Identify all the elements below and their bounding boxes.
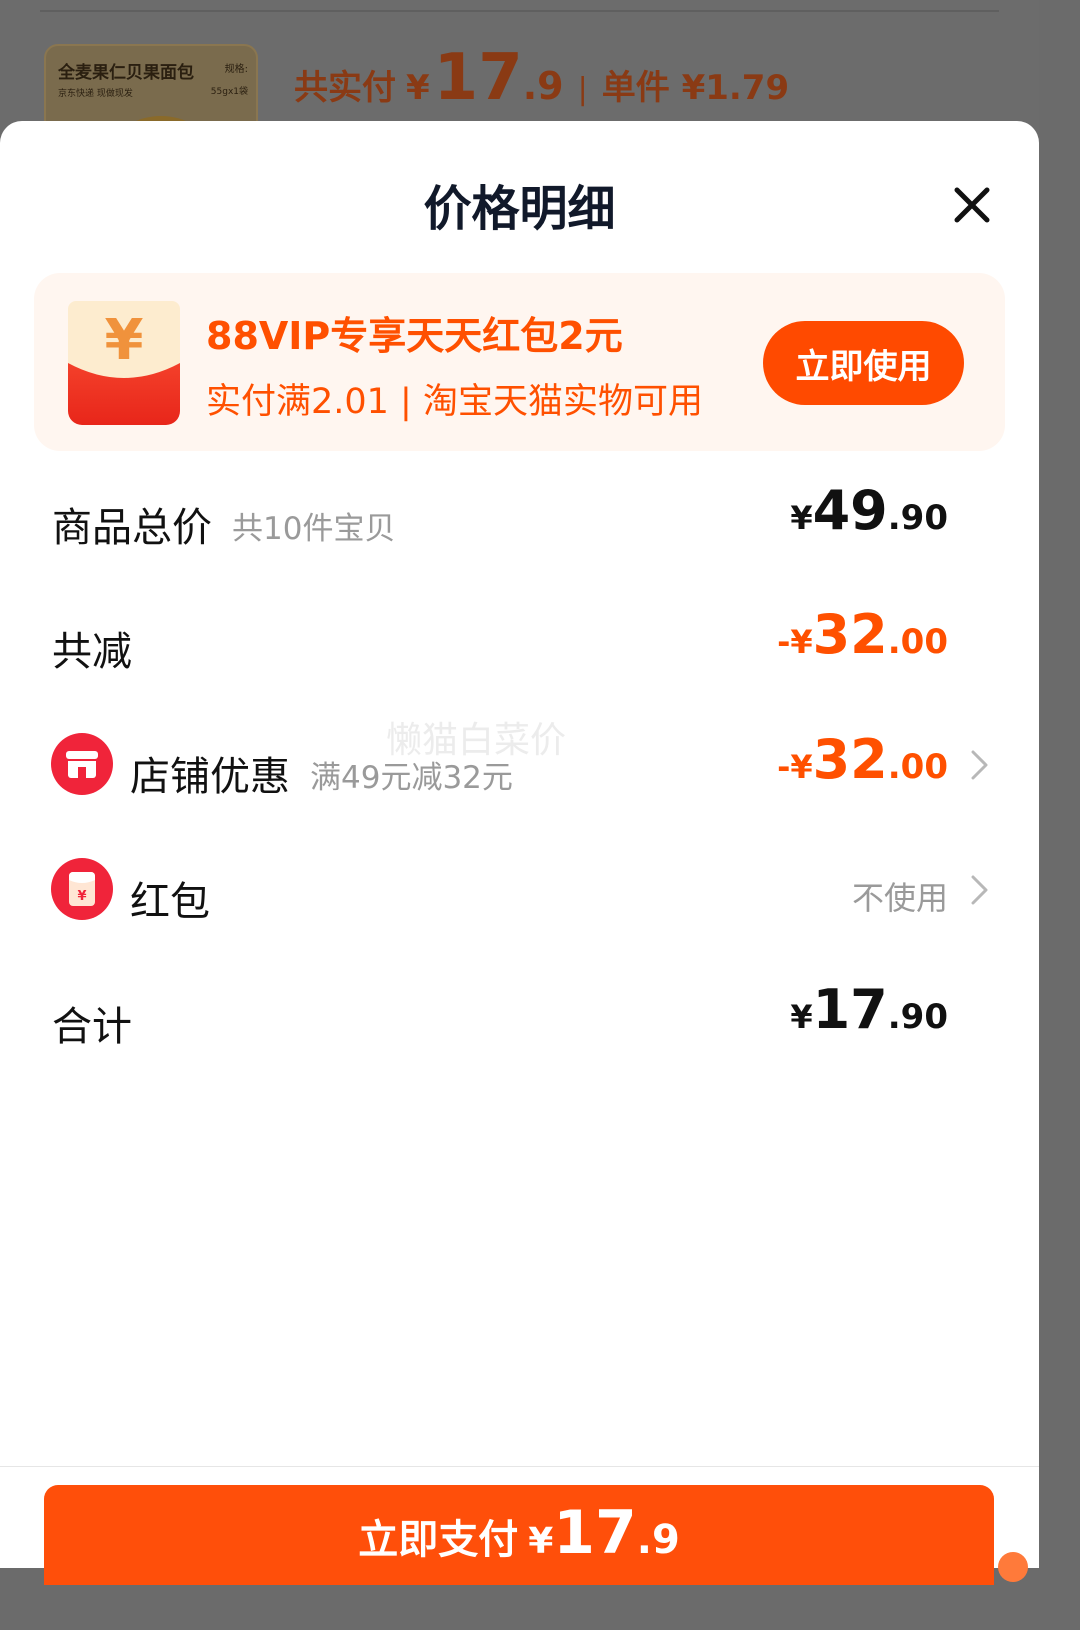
product-spec-label: 规格:	[224, 64, 248, 75]
total-label: 合计	[52, 1004, 132, 1050]
red-packet-status: 不使用	[851, 879, 948, 917]
red-packet-row[interactable]: ¥ 红包 不使用	[0, 845, 1039, 935]
floating-dot	[998, 1552, 1028, 1582]
pay-decimal: .9	[636, 1517, 680, 1563]
watermark: 懒猫白菜价	[386, 720, 567, 761]
paid-decimal: .9	[522, 64, 564, 108]
paid-integer: 17	[433, 41, 523, 115]
item-count: 共10件宝贝	[232, 511, 396, 547]
product-name: 全麦果仁贝果面包	[58, 63, 194, 83]
price-detail-sheet: 价格明细 ¥ 88VIP专享天天红包2元 实付满2.01 | 淘宝天猫实物可用	[0, 121, 1039, 1568]
store-icon	[51, 733, 113, 795]
subtotal-amount: ¥ 49 .90	[790, 479, 948, 542]
store-discount-label: 店铺优惠	[130, 754, 290, 800]
total-row: 合计 ¥ 17 .90	[0, 970, 1039, 1060]
use-now-button[interactable]: 立即使用	[763, 321, 964, 405]
red-packet-icon: ¥	[66, 297, 182, 427]
subtotal-row: 商品总价 共10件宝贝 ¥ 49 .90	[0, 471, 1039, 561]
product-weight: 55gx1袋	[210, 87, 248, 97]
sheet-title: 价格明细	[423, 181, 616, 237]
price-separator: |	[577, 72, 588, 107]
background-price: 共实付 ¥ 17 .9 | 单件 ¥1.79	[294, 46, 789, 110]
pay-now-button[interactable]: 立即支付 ¥ 17 .9	[44, 1485, 994, 1585]
close-icon[interactable]	[948, 181, 996, 229]
vip-subtitle: 实付满2.01 | 淘宝天猫实物可用	[206, 382, 703, 422]
pay-label: 立即支付	[358, 1517, 519, 1563]
vip-title: 88VIP专享天天红包2元	[206, 314, 623, 358]
background-page: 全麦果仁贝果面包 规格: 京东快递 现做现发 55gx1袋 共实付 ¥ 17 .…	[0, 0, 1039, 154]
svg-text:¥: ¥	[77, 889, 86, 904]
store-discount-amount: -¥ 32 .00	[777, 728, 948, 791]
divider	[40, 10, 999, 12]
total-amount: ¥ 17 .90	[790, 978, 948, 1041]
unit-price: 单件 ¥1.79	[601, 68, 790, 108]
vip-red-packet-banner: ¥ 88VIP专享天天红包2元 实付满2.01 | 淘宝天猫实物可用 立即使用	[34, 273, 1005, 451]
pay-yen: ¥	[528, 1521, 554, 1562]
svg-text:¥: ¥	[105, 308, 144, 373]
chevron-right-icon	[967, 873, 991, 907]
total-discount-row: 共减 -¥ 32 .00	[0, 595, 1039, 685]
total-discount-amount: -¥ 32 .00	[777, 603, 948, 666]
product-tags: 京东快递 现做现发	[58, 89, 133, 99]
paid-label: 共实付	[294, 68, 396, 108]
chevron-right-icon	[967, 748, 991, 782]
subtotal-label: 商品总价	[52, 505, 212, 551]
pay-integer: 17	[553, 1498, 637, 1568]
total-discount-label: 共减	[52, 629, 132, 675]
red-packet-label: 红包	[130, 879, 210, 925]
bottom-divider	[0, 1466, 1039, 1467]
red-packet-icon: ¥	[51, 858, 113, 920]
paid-yen: ¥	[406, 68, 430, 108]
